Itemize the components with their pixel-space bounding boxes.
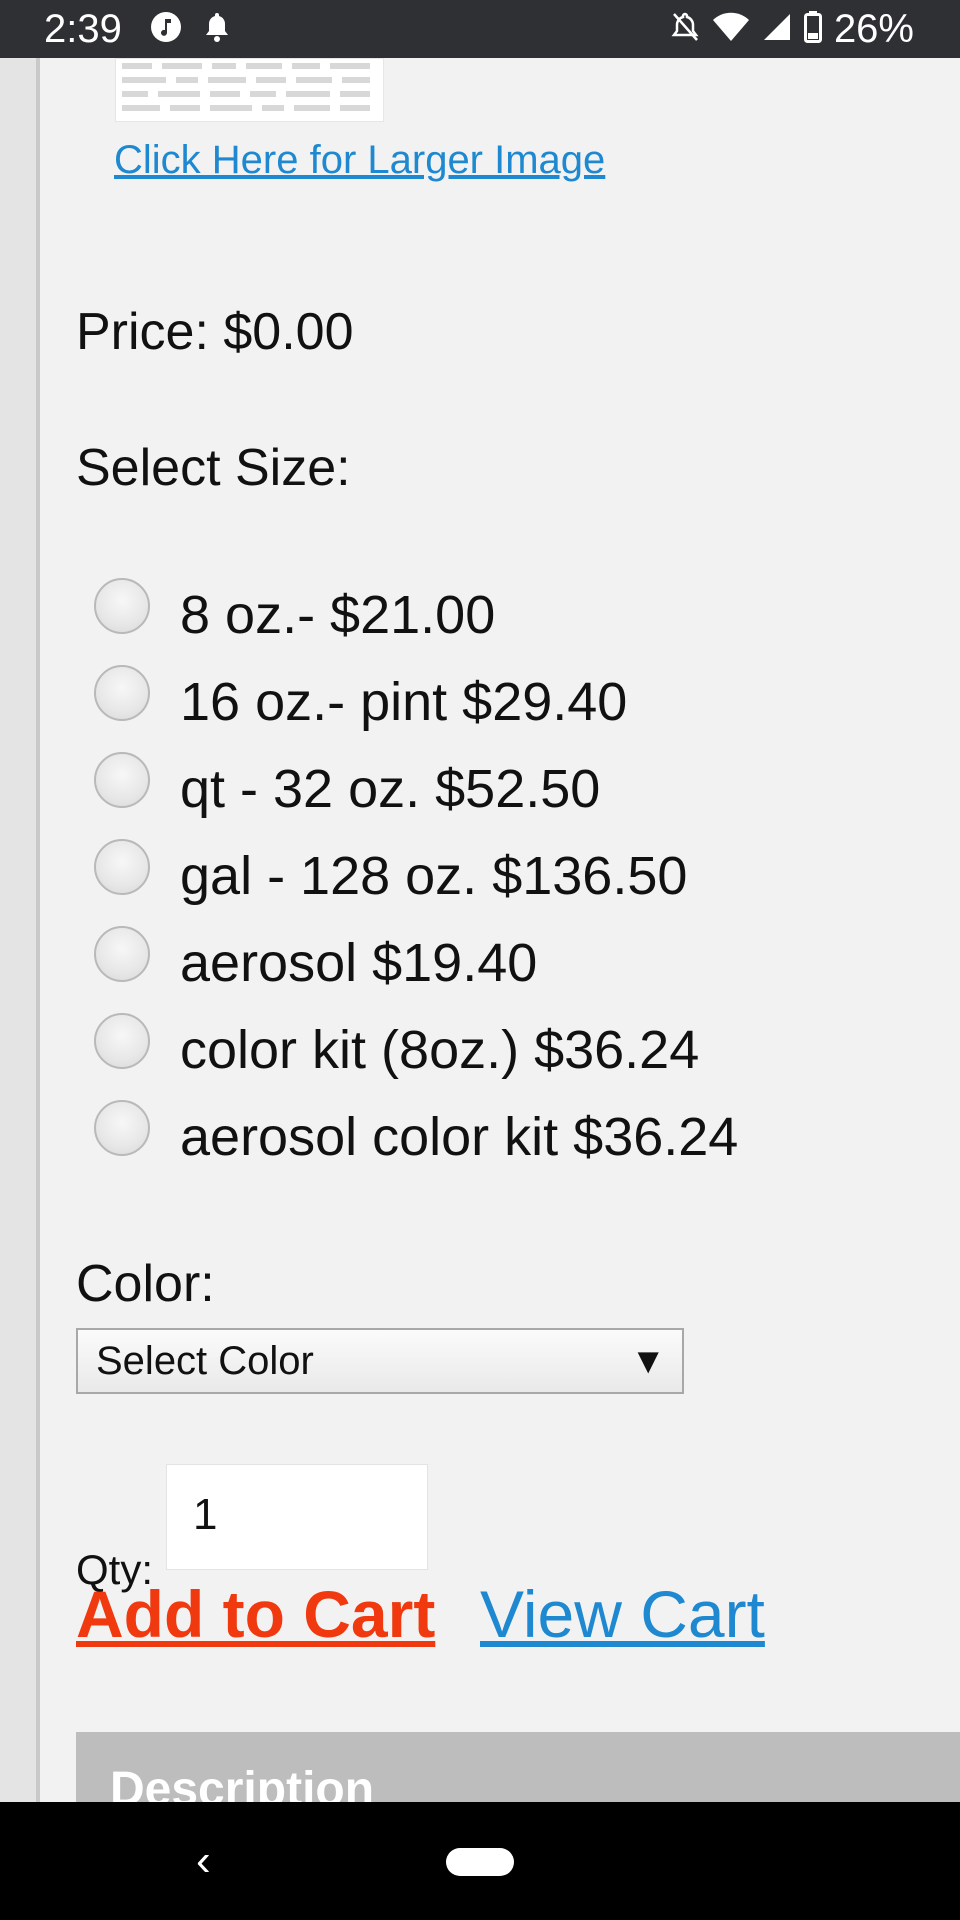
color-select-value: Select Color (96, 1338, 314, 1383)
size-option[interactable]: qt - 32 oz. $52.50 (94, 752, 738, 839)
size-option-label: color kit (8oz.) $36.24 (180, 1020, 700, 1080)
size-option[interactable]: 8 oz.- $21.00 (94, 578, 738, 665)
status-left-icons (150, 11, 232, 48)
wifi-icon (712, 12, 750, 47)
size-radio[interactable] (94, 752, 150, 808)
size-options: 8 oz.- $21.00 16 oz.- pint $29.40 qt - 3… (94, 578, 738, 1187)
size-option-label: gal - 128 oz. $136.50 (180, 846, 688, 906)
size-radio[interactable] (94, 665, 150, 721)
size-radio[interactable] (94, 839, 150, 895)
size-option-label: qt - 32 oz. $52.50 (180, 759, 601, 819)
qty-input[interactable]: 1 (166, 1464, 428, 1570)
size-option[interactable]: aerosol $19.40 (94, 926, 738, 1013)
battery-percentage: 26% (833, 6, 914, 51)
silent-bell-icon (670, 11, 700, 48)
description-header[interactable]: Description (76, 1732, 960, 1802)
color-select[interactable]: Select Color ▼ (76, 1328, 684, 1394)
size-option[interactable]: 16 oz.- pint $29.40 (94, 665, 738, 752)
color-label: Color: (76, 1255, 215, 1313)
status-time: 2:39 (44, 6, 122, 51)
view-cart-link[interactable]: View Cart (480, 1576, 765, 1652)
size-option-label: aerosol $19.40 (180, 933, 538, 993)
size-option[interactable]: aerosol color kit $36.24 (94, 1100, 738, 1187)
price-text: Price: $0.00 (76, 303, 354, 361)
signal-icon (762, 12, 792, 47)
size-radio[interactable] (94, 1013, 150, 1069)
product-thumbnail[interactable] (115, 58, 384, 122)
battery-icon (803, 10, 822, 48)
size-radio[interactable] (94, 578, 150, 634)
home-pill-icon[interactable] (446, 1848, 514, 1876)
status-bar: 2:39 26% (0, 0, 960, 58)
description-title: Description (110, 1763, 375, 1802)
size-radio[interactable] (94, 1100, 150, 1156)
music-icon (150, 11, 182, 48)
size-option-label: 8 oz.- $21.00 (180, 585, 496, 645)
back-icon[interactable]: ‹ (196, 1836, 211, 1886)
size-option[interactable]: gal - 128 oz. $136.50 (94, 839, 738, 926)
size-option-label: aerosol color kit $36.24 (180, 1107, 739, 1167)
notification-bell-icon (202, 11, 232, 48)
status-right-icons: 26% (670, 0, 914, 58)
size-option[interactable]: color kit (8oz.) $36.24 (94, 1013, 738, 1100)
add-to-cart-link[interactable]: Add to Cart (76, 1576, 435, 1652)
size-radio[interactable] (94, 926, 150, 982)
navigation-bar: ‹ (0, 1802, 960, 1920)
size-option-label: 16 oz.- pint $29.40 (180, 672, 628, 732)
left-rail (0, 58, 40, 1802)
larger-image-link[interactable]: Click Here for Larger Image (114, 138, 605, 183)
select-size-label: Select Size: (76, 439, 351, 497)
product-page: Click Here for Larger Image Price: $0.00… (0, 58, 960, 1802)
dropdown-arrow-icon: ▼ (630, 1340, 666, 1381)
